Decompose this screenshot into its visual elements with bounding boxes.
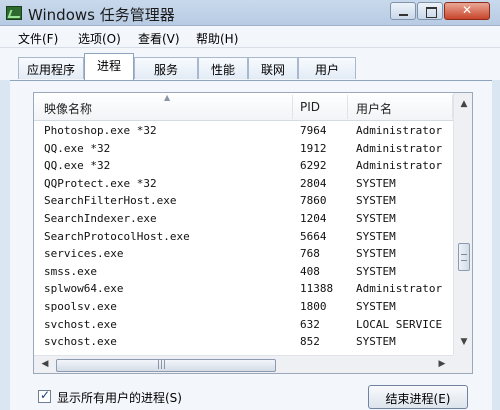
process-user-cell: SYSTEM xyxy=(356,176,396,190)
tab-strip: 应用程序 进程 服务 性能 联网 用户 xyxy=(0,48,500,80)
process-pid-cell: 1912 xyxy=(300,141,327,155)
process-pid-cell: 632 xyxy=(300,317,320,331)
process-user-cell: SYSTEM xyxy=(356,211,396,225)
process-list-header: ▲ 映像名称 PID 用户名 xyxy=(34,93,472,121)
horizontal-scroll-thumb[interactable]: ||| xyxy=(56,359,276,372)
table-row[interactable]: services.exe 768 SYSTEM xyxy=(34,246,454,264)
process-list[interactable]: ▲ 映像名称 PID 用户名 Photoshop.exe *32 7964 Admi… xyxy=(33,92,473,374)
process-user-cell: LOCAL SERVICE xyxy=(356,317,443,331)
process-name-cell: QQ.exe *32 xyxy=(44,141,111,155)
process-user-cell: SYSTEM xyxy=(356,194,396,208)
menu-file[interactable]: 文件(F) xyxy=(18,30,58,47)
process-name-cell: svchost.exe xyxy=(44,317,117,331)
scroll-up-icon[interactable]: ▲ xyxy=(457,99,471,113)
process-pid-cell: 852 xyxy=(300,335,320,349)
process-name-cell: spoolsv.exe xyxy=(44,299,117,313)
process-user-cell: SYSTEM xyxy=(356,247,396,261)
title-bar: Windows 任务管理器 xyxy=(0,0,500,26)
scroll-down-icon[interactable]: ▼ xyxy=(457,337,471,351)
process-name-cell: QQ.exe *32 xyxy=(44,159,111,173)
table-row[interactable]: splwow64.exe 11388 Administrator xyxy=(34,281,454,299)
scroll-right-icon[interactable]: ▶ xyxy=(435,359,449,373)
column-divider[interactable] xyxy=(292,95,293,119)
menu-view[interactable]: 查看(V) xyxy=(138,30,180,47)
process-pid-cell: 2804 xyxy=(300,176,327,190)
process-name-cell: QQProtect.exe *32 xyxy=(44,176,157,190)
process-pid-cell: 11388 xyxy=(300,282,334,296)
table-row[interactable]: QQ.exe *32 1912 Administrator xyxy=(34,141,454,159)
process-pid-cell: 5664 xyxy=(300,229,327,243)
tab-performance[interactable]: 性能 xyxy=(198,57,248,79)
process-name-cell: services.exe xyxy=(44,247,124,261)
table-row[interactable]: svchost.exe 852 SYSTEM xyxy=(34,334,454,352)
vertical-scroll-thumb[interactable] xyxy=(458,243,470,271)
scroll-left-icon[interactable]: ◀ xyxy=(38,359,52,373)
process-user-cell: SYSTEM xyxy=(356,299,396,313)
process-name-cell: svchost.exe xyxy=(44,335,117,349)
horizontal-scrollbar[interactable]: ◀ ||| ▶ xyxy=(34,355,453,373)
tab-processes[interactable]: 进程 xyxy=(84,53,134,80)
menu-options[interactable]: 选项(O) xyxy=(78,30,121,47)
grip-icon: ||| xyxy=(157,360,167,370)
column-divider[interactable] xyxy=(347,95,348,119)
process-name-cell: splwow64.exe xyxy=(44,282,124,296)
task-manager-icon xyxy=(6,6,22,20)
process-pid-cell: 1800 xyxy=(300,299,327,313)
tab-networking[interactable]: 联网 xyxy=(248,57,298,79)
process-name-cell: SearchProtocolHost.exe xyxy=(44,229,190,243)
process-name-cell: SearchFilterHost.exe xyxy=(44,194,177,208)
process-user-cell: Administrator xyxy=(356,124,443,137)
maximize-icon[interactable] xyxy=(417,2,443,20)
menu-bar: 文件(F) 选项(O) 查看(V) 帮助(H) xyxy=(0,26,500,48)
process-pid-cell: 7860 xyxy=(300,194,327,208)
show-all-users-label[interactable]: 显示所有用户的进程(S) xyxy=(57,389,182,406)
table-row[interactable]: smss.exe 408 SYSTEM xyxy=(34,264,454,282)
process-user-cell: SYSTEM xyxy=(356,264,396,278)
process-pid-cell: 6292 xyxy=(300,159,327,173)
window-title: Windows 任务管理器 xyxy=(28,6,175,24)
process-name-cell: smss.exe xyxy=(44,264,97,278)
task-manager-window: Windows 任务管理器 文件(F) 选项(O) 查看(V) 帮助(H) 应用… xyxy=(0,0,500,410)
sort-ascending-icon: ▲ xyxy=(164,93,171,102)
process-pid-cell: 408 xyxy=(300,264,320,278)
process-user-cell: Administrator xyxy=(356,159,443,173)
process-name-cell: SearchIndexer.exe xyxy=(44,211,157,225)
show-all-users-checkbox[interactable] xyxy=(38,388,51,403)
process-user-cell: SYSTEM xyxy=(356,229,396,243)
process-pid-cell: 768 xyxy=(300,247,320,261)
tab-users[interactable]: 用户 xyxy=(298,57,356,79)
vertical-scrollbar[interactable]: ▲ ▼ xyxy=(453,93,472,355)
process-name-cell: Photoshop.exe *32 xyxy=(44,124,157,137)
column-header-user-name[interactable]: 用户名 xyxy=(356,100,392,117)
minimize-icon[interactable] xyxy=(390,2,416,20)
table-row[interactable]: svchost.exe 632 LOCAL SERVICE xyxy=(34,317,454,335)
close-icon[interactable] xyxy=(444,2,490,20)
column-header-pid[interactable]: PID xyxy=(300,100,320,114)
tab-applications[interactable]: 应用程序 xyxy=(18,57,84,79)
process-pid-cell: 1204 xyxy=(300,211,327,225)
table-row[interactable]: QQProtect.exe *32 2804 SYSTEM xyxy=(34,176,454,194)
table-row[interactable]: SearchProtocolHost.exe 5664 SYSTEM xyxy=(34,229,454,247)
tab-services[interactable]: 服务 xyxy=(134,57,198,79)
table-row[interactable]: QQ.exe *32 6292 Administrator xyxy=(34,158,454,176)
table-row[interactable]: SearchFilterHost.exe 7860 SYSTEM xyxy=(34,193,454,211)
process-pid-cell: 7964 xyxy=(300,124,327,137)
end-process-button[interactable]: 结束进程(E) xyxy=(368,385,468,409)
table-row[interactable]: SearchIndexer.exe 1204 SYSTEM xyxy=(34,211,454,229)
process-rows: Photoshop.exe *32 7964 Administrator QQ.exe… xyxy=(34,123,454,352)
table-row[interactable]: spoolsv.exe 1800 SYSTEM xyxy=(34,299,454,317)
table-row[interactable]: Photoshop.exe *32 7964 Administrator xyxy=(34,123,454,141)
menu-help[interactable]: 帮助(H) xyxy=(196,30,238,47)
column-header-image-name[interactable]: 映像名称 xyxy=(44,100,92,117)
process-user-cell: SYSTEM xyxy=(356,335,396,349)
process-user-cell: Administrator xyxy=(356,282,443,296)
scrollbar-corner xyxy=(453,355,472,373)
process-user-cell: Administrator xyxy=(356,141,443,155)
